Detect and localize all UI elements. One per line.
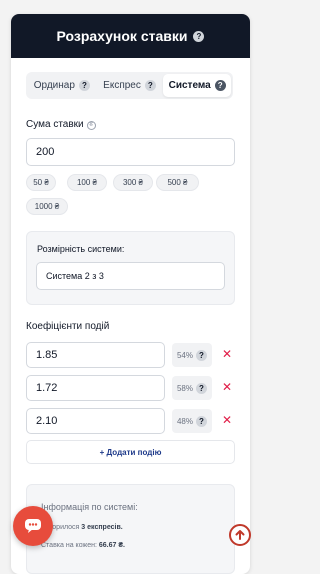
stake-preset-100[interactable]: 100 ₴	[67, 174, 107, 191]
probability-value: 54%	[176, 350, 193, 360]
stake-each-text: Ставка на кожен: 66.67 ₴.	[41, 542, 125, 549]
stake-each-value: 66.67 ₴.	[98, 542, 125, 549]
remove-odds-2-icon[interactable]: ✕	[222, 380, 232, 394]
tab-single-label: Ординар	[33, 80, 75, 91]
odds-probability-1: 54% ?	[172, 343, 212, 367]
add-event-button[interactable]: + Додати подію	[26, 440, 235, 464]
tab-express[interactable]: Експрес ?	[96, 74, 164, 97]
odds-input-2[interactable]: 1.72	[26, 375, 165, 401]
question-icon[interactable]: ?	[144, 80, 156, 91]
question-icon[interactable]: ?	[193, 30, 205, 42]
stake-preset-300[interactable]: 300 ₴	[113, 174, 153, 191]
scroll-to-top-button[interactable]	[229, 524, 251, 546]
stake-each-prefix: Ставка на кожен:	[41, 542, 97, 549]
odds-input-1[interactable]: 1.85	[26, 342, 165, 368]
system-info-panel: Інформація по системі: Утворилося 3 експ…	[26, 484, 235, 574]
calculator-title: Розрахунок ставки	[56, 28, 188, 44]
bet-calculator-card: Розрахунок ставки ? Ординар ? Експрес ? …	[11, 14, 250, 574]
tab-system-label: Система	[168, 80, 211, 91]
stake-preset-500[interactable]: 500 ₴	[156, 174, 199, 191]
chat-button[interactable]	[13, 506, 53, 546]
calculator-header: Розрахунок ставки ?	[11, 14, 250, 58]
stake-label: Сума ставки ₴	[26, 119, 96, 130]
tab-single[interactable]: Ординар ?	[28, 74, 96, 97]
question-icon[interactable]: ?	[196, 349, 207, 361]
tab-system[interactable]: Система ?	[163, 74, 232, 97]
question-icon[interactable]: ?	[78, 80, 90, 91]
stake-input[interactable]: 200	[26, 138, 235, 166]
stake-preset-50[interactable]: 50 ₴	[26, 174, 56, 191]
odds-label: Коефіцієнти подій	[26, 321, 110, 332]
system-info-title: Інформація по системі:	[41, 502, 138, 512]
combos-count-text: Утворилося 3 експресів.	[41, 524, 123, 531]
question-icon[interactable]: ?	[196, 415, 207, 427]
probability-value: 48%	[176, 416, 193, 426]
arrow-up-icon	[235, 530, 245, 540]
chat-bubble-icon	[25, 519, 41, 533]
combos-value: 3 експресів.	[81, 524, 123, 531]
odds-probability-2: 58% ?	[172, 376, 212, 400]
question-icon[interactable]: ?	[214, 80, 226, 91]
odds-probability-3: 48% ?	[172, 409, 212, 433]
odds-input-3[interactable]: 2.10	[26, 408, 165, 434]
stake-preset-1000[interactable]: 1000 ₴	[26, 198, 68, 215]
remove-odds-3-icon[interactable]: ✕	[222, 413, 232, 427]
remove-odds-1-icon[interactable]: ✕	[222, 347, 232, 361]
stake-label-text: Сума ставки	[26, 119, 84, 130]
system-size-panel: Розмірність системи: Система 2 з 3	[26, 231, 235, 305]
currency-hint-icon: ₴	[86, 121, 96, 130]
system-size-select[interactable]: Система 2 з 3	[36, 262, 225, 290]
question-icon[interactable]: ?	[196, 382, 207, 394]
tab-express-label: Експрес	[103, 80, 141, 91]
system-size-label: Розмірність системи:	[37, 244, 125, 254]
bet-type-tabs: Ординар ? Експрес ? Система ?	[26, 72, 233, 99]
probability-value: 58%	[176, 383, 193, 393]
